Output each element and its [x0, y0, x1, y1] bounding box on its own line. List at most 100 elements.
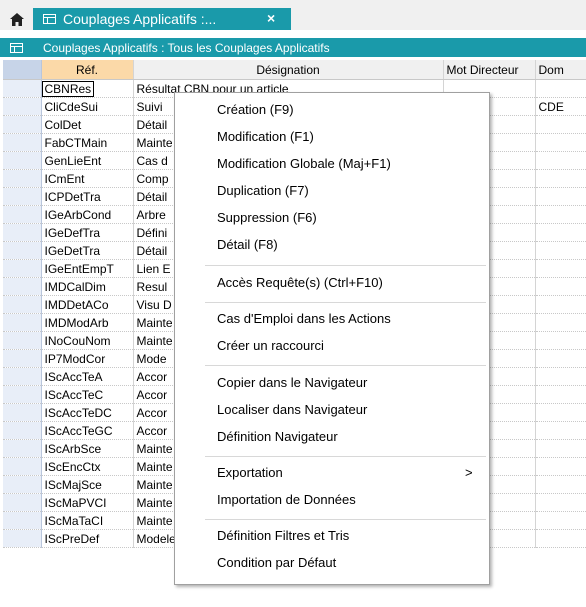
- cell-ref[interactable]: IGeDetTra: [41, 241, 134, 260]
- menu-item-filtres-tris[interactable]: Définition Filtres et Tris: [217, 528, 349, 543]
- home-tab[interactable]: [3, 8, 31, 30]
- cell-domaine[interactable]: [535, 385, 586, 404]
- cell-ref[interactable]: ColDet: [41, 115, 134, 134]
- cell-ref[interactable]: ICPDetTra: [41, 187, 134, 206]
- cell-ref[interactable]: IScPreDef: [41, 529, 134, 548]
- cell-ref[interactable]: IP7ModCor: [41, 349, 134, 368]
- row-selector[interactable]: [3, 313, 42, 332]
- row-selector[interactable]: [3, 115, 42, 134]
- menu-item-definition-navigateur[interactable]: Définition Navigateur: [217, 429, 338, 444]
- cell-ref[interactable]: IScMaTaCI: [41, 511, 134, 530]
- menu-item-modification-globale[interactable]: Modification Globale (Maj+F1): [217, 156, 391, 171]
- row-selector[interactable]: [3, 97, 42, 116]
- cell-domaine[interactable]: [535, 151, 586, 170]
- cell-ref[interactable]: IScAccTeDC: [41, 403, 134, 422]
- cell-domaine[interactable]: [535, 295, 586, 314]
- row-selector[interactable]: [3, 205, 42, 224]
- cell-domaine[interactable]: CDE: [535, 97, 586, 116]
- row-selector[interactable]: [3, 277, 42, 296]
- menu-item-importation[interactable]: Importation de Données: [217, 492, 356, 507]
- cell-ref[interactable]: IScMaPVCI: [41, 493, 134, 512]
- select-all-corner[interactable]: [3, 60, 42, 80]
- cell-ref[interactable]: ICmEnt: [41, 169, 134, 188]
- menu-item-duplication[interactable]: Duplication (F7): [217, 183, 309, 198]
- row-selector[interactable]: [3, 331, 42, 350]
- row-selector[interactable]: [3, 241, 42, 260]
- row-selector[interactable]: [3, 223, 42, 242]
- menu-item-cas-emploi[interactable]: Cas d'Emploi dans les Actions: [217, 311, 391, 326]
- cell-ref[interactable]: IMDDetACo: [41, 295, 134, 314]
- cell-ref[interactable]: IScAccTeA: [41, 367, 134, 386]
- row-selector[interactable]: [3, 493, 42, 512]
- row-selector[interactable]: [3, 403, 42, 422]
- row-selector[interactable]: [3, 169, 42, 188]
- menu-item-detail[interactable]: Détail (F8): [217, 237, 278, 252]
- row-selector[interactable]: [3, 385, 42, 404]
- row-selector[interactable]: [3, 439, 42, 458]
- row-selector[interactable]: [3, 295, 42, 314]
- cell-domaine[interactable]: [535, 115, 586, 134]
- cell-domaine[interactable]: [535, 79, 586, 98]
- menu-item-localiser-navigateur[interactable]: Localiser dans Navigateur: [217, 402, 367, 417]
- row-selector[interactable]: [3, 187, 42, 206]
- column-header-domaine[interactable]: Dom: [535, 60, 586, 80]
- cell-ref[interactable]: CBNRes: [41, 79, 134, 98]
- cell-ref[interactable]: INoCouNom: [41, 331, 134, 350]
- cell-domaine[interactable]: [535, 511, 586, 530]
- cell-ref[interactable]: IScEncCtx: [41, 457, 134, 476]
- cell-domaine[interactable]: [535, 313, 586, 332]
- menu-item-copier-navigateur[interactable]: Copier dans le Navigateur: [217, 375, 367, 390]
- menu-item-creation[interactable]: Création (F9): [217, 102, 294, 117]
- cell-domaine[interactable]: [535, 241, 586, 260]
- cell-domaine[interactable]: [535, 205, 586, 224]
- cell-ref[interactable]: IMDModArb: [41, 313, 134, 332]
- column-header-mot-directeur[interactable]: Mot Directeur: [443, 60, 536, 80]
- row-selector[interactable]: [3, 151, 42, 170]
- cell-domaine[interactable]: [535, 223, 586, 242]
- row-selector[interactable]: [3, 421, 42, 440]
- row-selector[interactable]: [3, 367, 42, 386]
- menu-item-exportation[interactable]: Exportation: [217, 465, 283, 480]
- menu-item-acces-requete[interactable]: Accès Requête(s) (Ctrl+F10): [217, 275, 383, 290]
- row-selector[interactable]: [3, 259, 42, 278]
- cell-ref[interactable]: IGeDefTra: [41, 223, 134, 242]
- cell-ref[interactable]: GenLieEnt: [41, 151, 134, 170]
- column-header-ref[interactable]: Réf.: [41, 60, 134, 80]
- row-selector[interactable]: [3, 475, 42, 494]
- row-selector[interactable]: [3, 349, 42, 368]
- cell-ref[interactable]: IScMajSce: [41, 475, 134, 494]
- cell-ref[interactable]: IScAccTeGC: [41, 421, 134, 440]
- cell-domaine[interactable]: [535, 187, 586, 206]
- cell-domaine[interactable]: [535, 259, 586, 278]
- cell-ref[interactable]: IScArbSce: [41, 439, 134, 458]
- cell-domaine[interactable]: [535, 457, 586, 476]
- cell-domaine[interactable]: [535, 367, 586, 386]
- cell-domaine[interactable]: [535, 493, 586, 512]
- menu-item-creer-raccourci[interactable]: Créer un raccourci: [217, 338, 324, 353]
- row-selector[interactable]: [3, 511, 42, 530]
- menu-item-condition-defaut[interactable]: Condition par Défaut: [217, 555, 336, 570]
- cell-domaine[interactable]: [535, 439, 586, 458]
- cell-domaine[interactable]: [535, 349, 586, 368]
- column-header-designation[interactable]: Désignation: [133, 60, 444, 80]
- cell-domaine[interactable]: [535, 529, 586, 548]
- tab-couplages[interactable]: Couplages Applicatifs :... ×: [33, 8, 291, 30]
- close-icon[interactable]: ×: [267, 10, 275, 26]
- cell-domaine[interactable]: [535, 133, 586, 152]
- row-selector[interactable]: [3, 133, 42, 152]
- cell-domaine[interactable]: [535, 331, 586, 350]
- cell-domaine[interactable]: [535, 277, 586, 296]
- cell-ref[interactable]: FabCTMain: [41, 133, 134, 152]
- row-selector[interactable]: [3, 529, 42, 548]
- row-selector[interactable]: [3, 79, 42, 98]
- cell-ref[interactable]: IScAccTeC: [41, 385, 134, 404]
- cell-domaine[interactable]: [535, 421, 586, 440]
- cell-domaine[interactable]: [535, 169, 586, 188]
- row-selector[interactable]: [3, 457, 42, 476]
- cell-domaine[interactable]: [535, 403, 586, 422]
- cell-ref[interactable]: IMDCalDim: [41, 277, 134, 296]
- menu-item-suppression[interactable]: Suppression (F6): [217, 210, 317, 225]
- cell-ref[interactable]: CliCdeSui: [41, 97, 134, 116]
- cell-domaine[interactable]: [535, 475, 586, 494]
- cell-ref[interactable]: IGeArbCond: [41, 205, 134, 224]
